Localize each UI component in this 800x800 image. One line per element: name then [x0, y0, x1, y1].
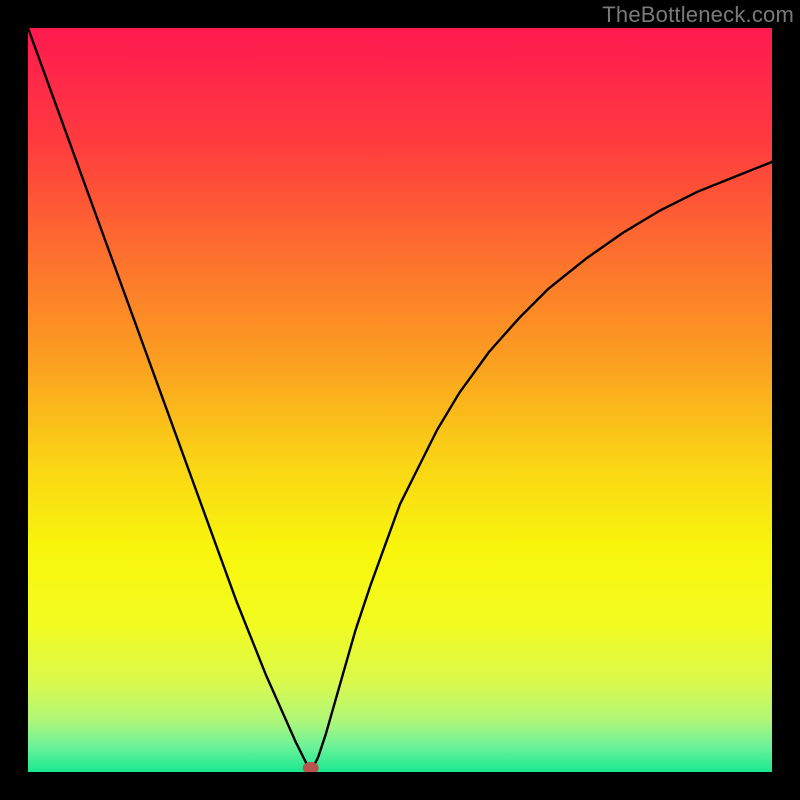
gradient-background	[28, 28, 772, 772]
plot-area	[28, 28, 772, 772]
chart-svg	[28, 28, 772, 772]
watermark-text: TheBottleneck.com	[602, 2, 794, 28]
chart-container: TheBottleneck.com	[0, 0, 800, 800]
